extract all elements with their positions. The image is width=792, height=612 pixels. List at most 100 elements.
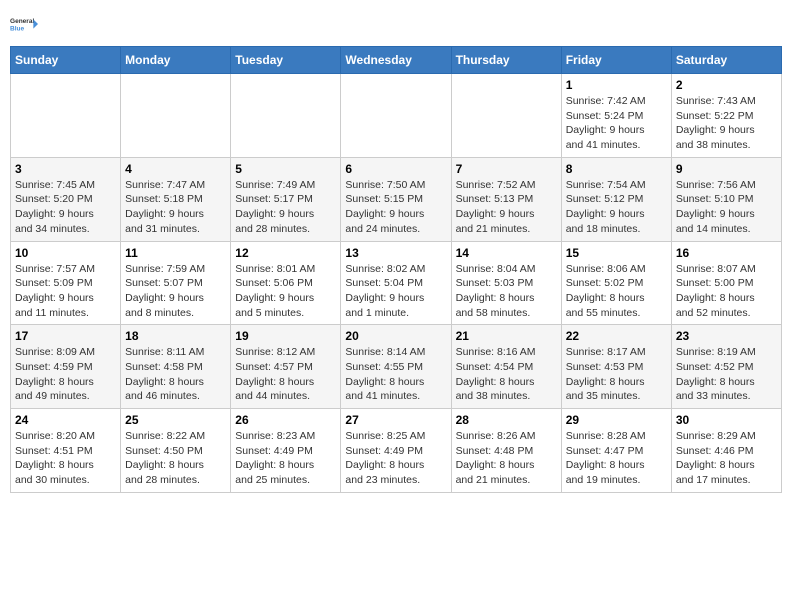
column-header-friday: Friday — [561, 47, 671, 74]
logo-icon: GeneralBlue — [10, 10, 38, 38]
day-info: Sunrise: 8:19 AM Sunset: 4:52 PM Dayligh… — [676, 345, 777, 404]
calendar-cell: 20Sunrise: 8:14 AM Sunset: 4:55 PM Dayli… — [341, 325, 451, 409]
calendar-cell — [341, 74, 451, 158]
day-info: Sunrise: 8:16 AM Sunset: 4:54 PM Dayligh… — [456, 345, 557, 404]
calendar-cell: 18 Sunrise: 8:11 AM Sunset: 4:58 PM Dayli… — [121, 325, 231, 409]
day-number: 14 — [456, 246, 557, 260]
column-header-saturday: Saturday — [671, 47, 781, 74]
calendar-cell: 8Sunrise: 7:54 AM Sunset: 5:12 PM Daylig… — [561, 157, 671, 241]
column-header-sunday: Sunday — [11, 47, 121, 74]
day-info: Sunrise: 8:22 AM Sunset: 4:50 PM Dayligh… — [125, 429, 226, 488]
day-number: 9 — [676, 162, 777, 176]
column-header-wednesday: Wednesday — [341, 47, 451, 74]
day-number: 12 — [235, 246, 336, 260]
day-info: Sunrise: 7:59 AM Sunset: 5:07 PM Dayligh… — [125, 262, 226, 321]
calendar-cell: 24Sunrise: 8:20 AM Sunset: 4:51 PM Dayli… — [11, 409, 121, 493]
day-number: 2 — [676, 78, 777, 92]
calendar-cell: 17 Sunrise: 8:09 AM Sunset: 4:59 PM Dayli… — [11, 325, 121, 409]
calendar-cell: 26 Sunrise: 8:23 AM Sunset: 4:49 PM Dayli… — [231, 409, 341, 493]
day-number: 17 — [15, 329, 116, 343]
column-header-thursday: Thursday — [451, 47, 561, 74]
calendar-cell — [121, 74, 231, 158]
day-number: 10 — [15, 246, 116, 260]
day-number: 25 — [125, 413, 226, 427]
calendar-cell: 1 Sunrise: 7:42 AM Sunset: 5:24 PM Daylig… — [561, 74, 671, 158]
day-number: 1 — [566, 78, 667, 92]
calendar-cell: 12 Sunrise: 8:01 AM Sunset: 5:06 PM Dayli… — [231, 241, 341, 325]
day-info: Sunrise: 7:56 AM Sunset: 5:10 PM Dayligh… — [676, 178, 777, 237]
calendar-cell: 5 Sunrise: 7:49 AM Sunset: 5:17 PM Daylig… — [231, 157, 341, 241]
column-header-tuesday: Tuesday — [231, 47, 341, 74]
day-number: 23 — [676, 329, 777, 343]
day-number: 7 — [456, 162, 557, 176]
calendar-cell: 3 Sunrise: 7:45 AM Sunset: 5:20 PM Daylig… — [11, 157, 121, 241]
day-info: Sunrise: 7:52 AM Sunset: 5:13 PM Dayligh… — [456, 178, 557, 237]
day-number: 6 — [345, 162, 446, 176]
calendar-cell: 25 Sunrise: 8:22 AM Sunset: 4:50 PM Dayli… — [121, 409, 231, 493]
day-number: 3 — [15, 162, 116, 176]
header: GeneralBlue — [10, 10, 782, 38]
calendar-cell: 16Sunrise: 8:07 AM Sunset: 5:00 PM Dayli… — [671, 241, 781, 325]
day-info: Sunrise: 8:09 AM Sunset: 4:59 PM Dayligh… — [15, 345, 116, 404]
day-number: 18 — [125, 329, 226, 343]
day-info: Sunrise: 7:50 AM Sunset: 5:15 PM Dayligh… — [345, 178, 446, 237]
day-number: 30 — [676, 413, 777, 427]
calendar-cell: 6 Sunrise: 7:50 AM Sunset: 5:15 PM Daylig… — [341, 157, 451, 241]
logo: GeneralBlue — [10, 10, 38, 38]
day-info: Sunrise: 8:01 AM Sunset: 5:06 PM Dayligh… — [235, 262, 336, 321]
day-info: Sunrise: 7:43 AM Sunset: 5:22 PM Dayligh… — [676, 94, 777, 153]
day-info: Sunrise: 8:29 AM Sunset: 4:46 PM Dayligh… — [676, 429, 777, 488]
calendar-cell: 28 Sunrise: 8:26 AM Sunset: 4:48 PM Dayli… — [451, 409, 561, 493]
calendar-cell: 29 Sunrise: 8:28 AM Sunset: 4:47 PM Dayli… — [561, 409, 671, 493]
day-number: 4 — [125, 162, 226, 176]
day-info: Sunrise: 8:17 AM Sunset: 4:53 PM Dayligh… — [566, 345, 667, 404]
day-number: 22 — [566, 329, 667, 343]
day-info: Sunrise: 7:47 AM Sunset: 5:18 PM Dayligh… — [125, 178, 226, 237]
calendar-cell: 11 Sunrise: 7:59 AM Sunset: 5:07 PM Dayli… — [121, 241, 231, 325]
day-info: Sunrise: 8:04 AM Sunset: 5:03 PM Dayligh… — [456, 262, 557, 321]
day-number: 27 — [345, 413, 446, 427]
calendar-table: SundayMondayTuesdayWednesdayThursdayFrid… — [10, 46, 782, 493]
calendar-cell: 2 Sunrise: 7:43 AM Sunset: 5:22 PM Daylig… — [671, 74, 781, 158]
calendar-cell: 21 Sunrise: 8:16 AM Sunset: 4:54 PM Dayli… — [451, 325, 561, 409]
day-info: Sunrise: 8:11 AM Sunset: 4:58 PM Dayligh… — [125, 345, 226, 404]
calendar-week-4: 17 Sunrise: 8:09 AM Sunset: 4:59 PM Dayli… — [11, 325, 782, 409]
day-number: 15 — [566, 246, 667, 260]
day-info: Sunrise: 7:57 AM Sunset: 5:09 PM Dayligh… — [15, 262, 116, 321]
day-info: Sunrise: 8:07 AM Sunset: 5:00 PM Dayligh… — [676, 262, 777, 321]
svg-text:Blue: Blue — [10, 26, 24, 33]
day-info: Sunrise: 8:12 AM Sunset: 4:57 PM Dayligh… — [235, 345, 336, 404]
day-info: Sunrise: 7:42 AM Sunset: 5:24 PM Dayligh… — [566, 94, 667, 153]
day-number: 11 — [125, 246, 226, 260]
day-info: Sunrise: 8:02 AM Sunset: 5:04 PM Dayligh… — [345, 262, 446, 321]
calendar-cell: 9 Sunrise: 7:56 AM Sunset: 5:10 PM Daylig… — [671, 157, 781, 241]
calendar-cell — [11, 74, 121, 158]
day-info: Sunrise: 7:49 AM Sunset: 5:17 PM Dayligh… — [235, 178, 336, 237]
day-info: Sunrise: 7:45 AM Sunset: 5:20 PM Dayligh… — [15, 178, 116, 237]
day-number: 28 — [456, 413, 557, 427]
calendar-week-1: 1 Sunrise: 7:42 AM Sunset: 5:24 PM Daylig… — [11, 74, 782, 158]
day-number: 5 — [235, 162, 336, 176]
calendar-cell: 27 Sunrise: 8:25 AM Sunset: 4:49 PM Dayli… — [341, 409, 451, 493]
calendar-week-5: 24Sunrise: 8:20 AM Sunset: 4:51 PM Dayli… — [11, 409, 782, 493]
calendar-cell: 7 Sunrise: 7:52 AM Sunset: 5:13 PM Daylig… — [451, 157, 561, 241]
day-number: 24 — [15, 413, 116, 427]
calendar-cell — [231, 74, 341, 158]
day-number: 19 — [235, 329, 336, 343]
day-number: 29 — [566, 413, 667, 427]
day-info: Sunrise: 8:28 AM Sunset: 4:47 PM Dayligh… — [566, 429, 667, 488]
svg-text:General: General — [10, 18, 34, 25]
column-header-monday: Monday — [121, 47, 231, 74]
day-info: Sunrise: 8:23 AM Sunset: 4:49 PM Dayligh… — [235, 429, 336, 488]
calendar-cell: 19 Sunrise: 8:12 AM Sunset: 4:57 PM Dayli… — [231, 325, 341, 409]
day-info: Sunrise: 8:25 AM Sunset: 4:49 PM Dayligh… — [345, 429, 446, 488]
day-info: Sunrise: 7:54 AM Sunset: 5:12 PM Dayligh… — [566, 178, 667, 237]
day-number: 21 — [456, 329, 557, 343]
calendar-cell: 4 Sunrise: 7:47 AM Sunset: 5:18 PM Daylig… — [121, 157, 231, 241]
day-number: 26 — [235, 413, 336, 427]
day-info: Sunrise: 8:26 AM Sunset: 4:48 PM Dayligh… — [456, 429, 557, 488]
calendar-header-row: SundayMondayTuesdayWednesdayThursdayFrid… — [11, 47, 782, 74]
calendar-week-3: 10 Sunrise: 7:57 AM Sunset: 5:09 PM Dayli… — [11, 241, 782, 325]
calendar-cell: 10 Sunrise: 7:57 AM Sunset: 5:09 PM Dayli… — [11, 241, 121, 325]
calendar-week-2: 3 Sunrise: 7:45 AM Sunset: 5:20 PM Daylig… — [11, 157, 782, 241]
